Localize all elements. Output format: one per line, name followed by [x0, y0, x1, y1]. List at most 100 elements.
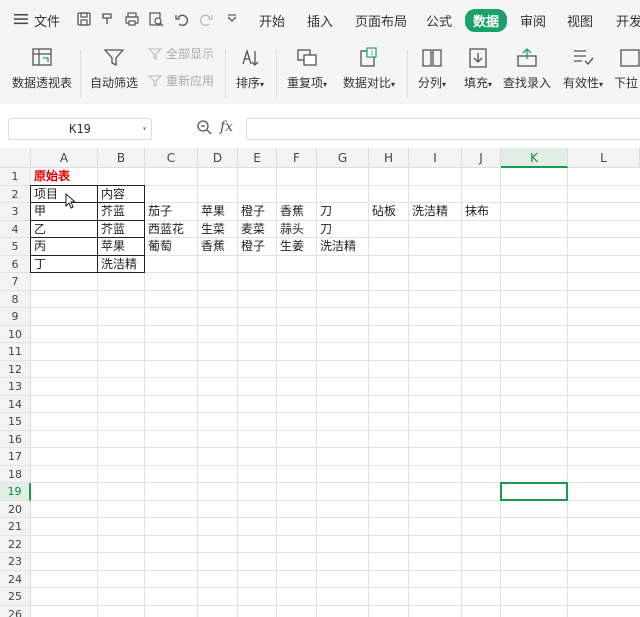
data-compare-button[interactable]: 1 数据对比▾: [340, 46, 398, 91]
cell-j3[interactable]: 抹布: [462, 203, 489, 221]
row-header-14[interactable]: 14: [0, 395, 31, 413]
row-header-7[interactable]: 7: [0, 273, 31, 291]
row-header-23[interactable]: 23: [0, 553, 31, 571]
validity-button[interactable]: 有效性▾: [560, 46, 606, 91]
row-header-22[interactable]: 22: [0, 535, 31, 553]
tab-data[interactable]: 数据: [465, 9, 508, 32]
column-header-f[interactable]: F: [277, 148, 317, 168]
lookup-entry-button[interactable]: 查找录入: [502, 46, 552, 91]
undo-icon[interactable]: [174, 11, 190, 27]
column-header-e[interactable]: E: [238, 148, 277, 168]
tab-page-layout[interactable]: 页面布局: [355, 11, 407, 30]
name-box-dropdown-icon[interactable]: ▾: [142, 119, 147, 139]
pivot-table-button[interactable]: 数据透视表: [10, 46, 74, 91]
cell-f4[interactable]: 蒜头: [277, 221, 304, 239]
reapply-button[interactable]: 重新应用: [148, 72, 214, 89]
row-header-8[interactable]: 8: [0, 290, 31, 308]
cell-d3[interactable]: 苹果: [198, 203, 225, 221]
cell-e3[interactable]: 橙子: [238, 203, 265, 221]
column-header-b[interactable]: B: [98, 148, 145, 168]
cell-g5[interactable]: 洗洁精: [317, 238, 356, 256]
autofilter-button[interactable]: 自动筛选: [88, 46, 140, 91]
row-header-3[interactable]: 3: [0, 203, 31, 221]
cell-a2[interactable]: 项目: [31, 186, 58, 204]
cell-g4[interactable]: 刀: [317, 221, 332, 239]
tab-formulas[interactable]: 公式: [426, 11, 452, 30]
row-header-18[interactable]: 18: [0, 465, 31, 483]
cell-e4[interactable]: 麦菜: [238, 221, 265, 239]
select-all-corner[interactable]: [0, 148, 31, 168]
cell-d5[interactable]: 香蕉: [198, 238, 225, 256]
zoom-icon[interactable]: [196, 119, 212, 135]
column-header-l[interactable]: L: [568, 148, 640, 168]
split-columns-button[interactable]: 分列▾: [412, 46, 452, 91]
column-header-c[interactable]: C: [145, 148, 198, 168]
row-header-20[interactable]: 20: [0, 500, 31, 518]
row-header-21[interactable]: 21: [0, 518, 31, 536]
cell-c5[interactable]: 葡萄: [145, 238, 172, 256]
row-header-9[interactable]: 9: [0, 308, 31, 326]
cell-a1[interactable]: 原始表: [31, 168, 70, 186]
cell-c3[interactable]: 茄子: [145, 203, 172, 221]
row-header-17[interactable]: 17: [0, 448, 31, 466]
row-header-5[interactable]: 5: [0, 238, 31, 256]
row-header-13[interactable]: 13: [0, 378, 31, 396]
tab-insert[interactable]: 插入: [307, 11, 333, 30]
row-header-15[interactable]: 15: [0, 413, 31, 431]
row-header-16[interactable]: 16: [0, 430, 31, 448]
row-header-19[interactable]: 19: [0, 483, 31, 501]
file-menu[interactable]: 文件: [14, 11, 60, 30]
row-header-25[interactable]: 25: [0, 588, 31, 606]
cell-e5[interactable]: 橙子: [238, 238, 265, 256]
cell-h3[interactable]: 砧板: [369, 203, 396, 221]
cell-a4[interactable]: 乙: [31, 221, 46, 239]
row-header-11[interactable]: 11: [0, 343, 31, 361]
active-cell-selection[interactable]: [500, 482, 568, 501]
cell-f5[interactable]: 生姜: [277, 238, 304, 256]
row-header-24[interactable]: 24: [0, 570, 31, 588]
row-header-4[interactable]: 4: [0, 220, 31, 238]
cell-b2[interactable]: 内容: [98, 186, 125, 204]
row-header-12[interactable]: 12: [0, 360, 31, 378]
cell-b3[interactable]: 芥蓝: [98, 203, 125, 221]
show-all-button[interactable]: 全部显示: [148, 45, 214, 62]
tab-review[interactable]: 审阅: [520, 11, 546, 30]
row-header-6[interactable]: 6: [0, 255, 31, 273]
cell-f3[interactable]: 香蕉: [277, 203, 304, 221]
column-header-d[interactable]: D: [198, 148, 238, 168]
print-preview-icon[interactable]: [148, 11, 164, 27]
column-header-a[interactable]: A: [31, 148, 98, 168]
sort-button[interactable]: 排序▾: [230, 46, 270, 91]
cell-i3[interactable]: 洗洁精: [409, 203, 448, 221]
row-header-10[interactable]: 10: [0, 325, 31, 343]
row-header-26[interactable]: 26: [0, 605, 31, 617]
name-box[interactable]: K19 ▾: [8, 118, 152, 140]
column-header-g[interactable]: G: [317, 148, 369, 168]
cell-b5[interactable]: 苹果: [98, 238, 125, 256]
cell-b4[interactable]: 芥蓝: [98, 221, 125, 239]
column-header-i[interactable]: I: [409, 148, 462, 168]
quick-access-more-icon[interactable]: [224, 11, 240, 27]
cell-a6[interactable]: 丁: [31, 256, 46, 274]
fill-button[interactable]: 填充▾: [458, 46, 498, 91]
column-header-k[interactable]: K: [501, 148, 568, 168]
save-icon[interactable]: [76, 11, 92, 27]
fx-icon[interactable]: fx: [220, 119, 233, 135]
formula-input[interactable]: [246, 118, 640, 140]
duplicates-button[interactable]: 重复项▾: [282, 46, 332, 91]
format-painter-icon[interactable]: [100, 11, 116, 27]
cell-a5[interactable]: 丙: [31, 238, 46, 256]
redo-icon[interactable]: [198, 11, 214, 27]
dropdown-list-button[interactable]: 下拉: [614, 46, 640, 91]
row-header-2[interactable]: 2: [0, 185, 31, 203]
tab-view[interactable]: 视图: [567, 11, 593, 30]
cell-g3[interactable]: 刀: [317, 203, 332, 221]
cell-b6[interactable]: 洗洁精: [98, 256, 137, 274]
cell-c4[interactable]: 西蓝花: [145, 221, 184, 239]
tab-home[interactable]: 开始: [259, 11, 285, 30]
column-header-j[interactable]: J: [462, 148, 501, 168]
cell-a3[interactable]: 甲: [31, 203, 46, 221]
row-header-1[interactable]: 1: [0, 168, 31, 186]
tab-developer[interactable]: 开发: [616, 11, 640, 30]
column-header-h[interactable]: H: [369, 148, 409, 168]
